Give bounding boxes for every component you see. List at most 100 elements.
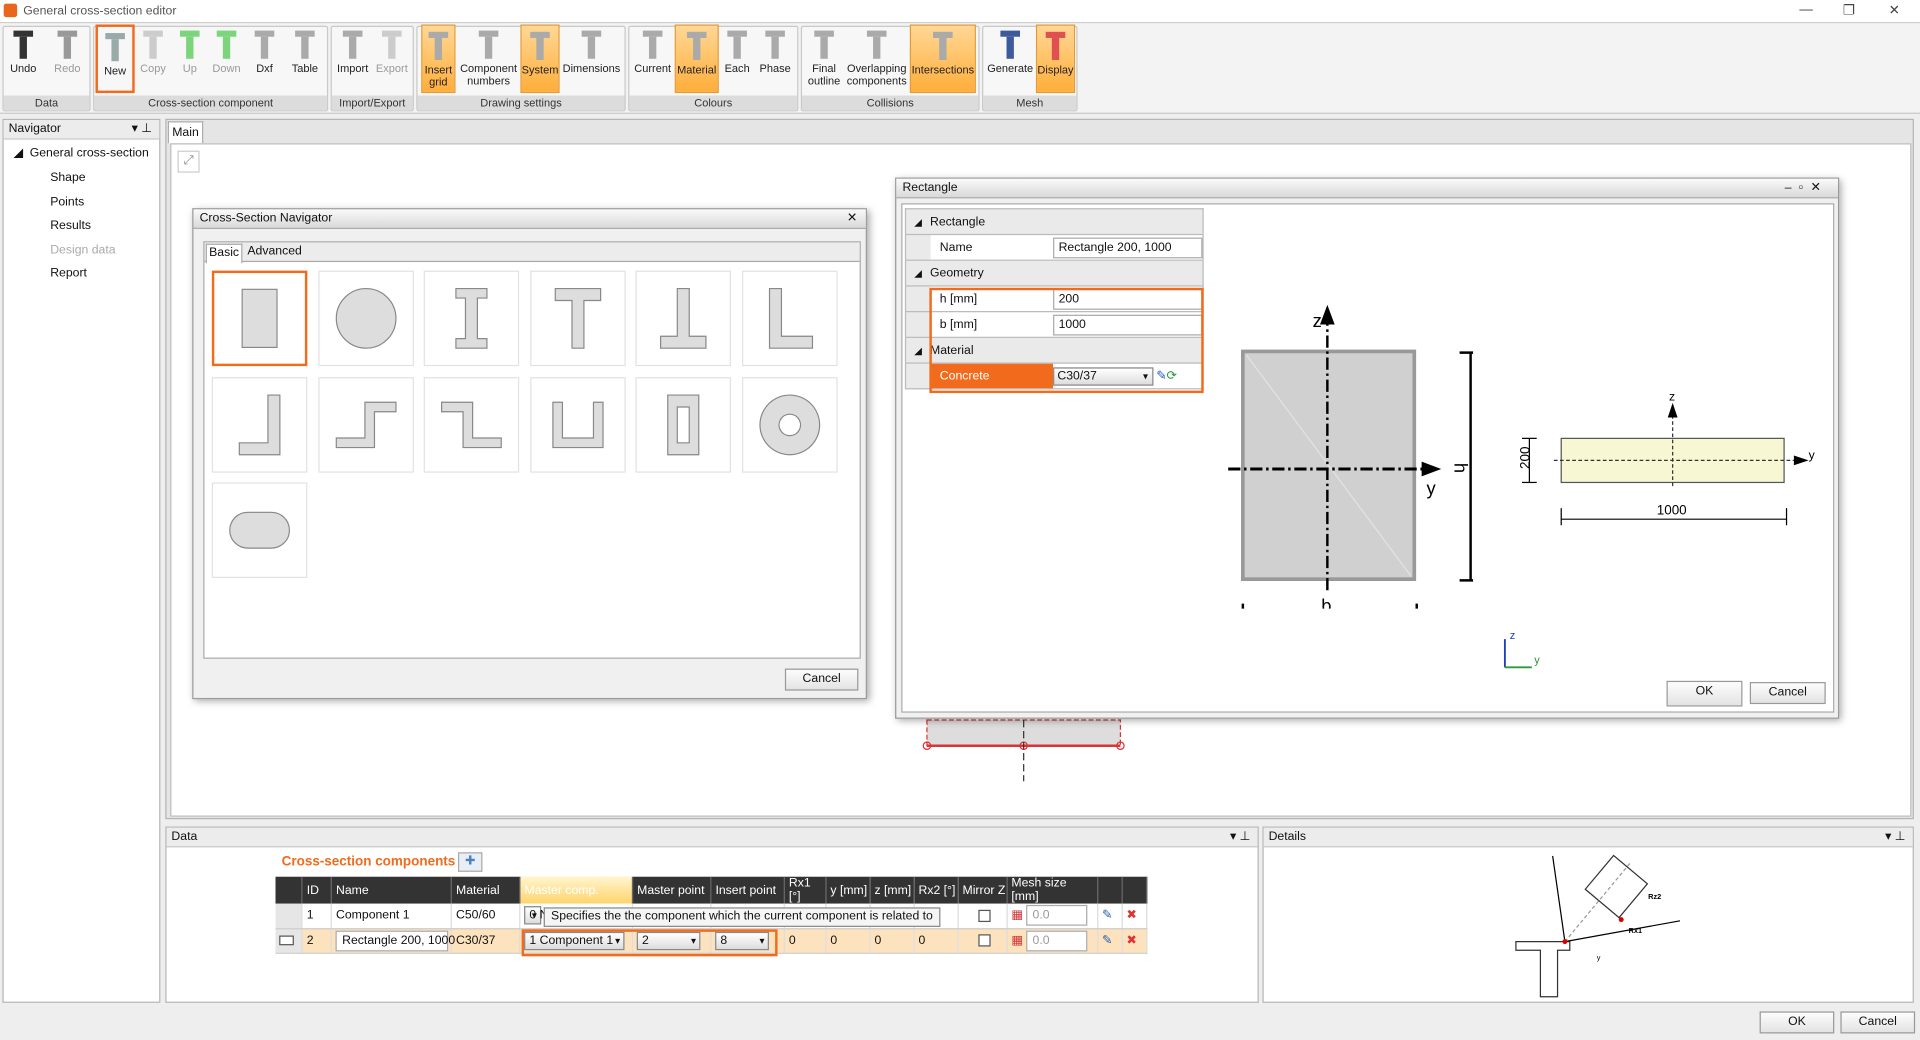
nav-item-report[interactable]: Report (50, 267, 87, 280)
rx1-cell[interactable]: 0 (784, 928, 827, 954)
mesh-icon[interactable]: ▦ (1011, 934, 1023, 947)
generate-button[interactable]: Generate (987, 24, 1034, 93)
column-header[interactable]: y [mm] (826, 876, 871, 904)
dxf-button[interactable]: Dxf (249, 24, 281, 93)
footer-ok-button[interactable]: OK (1759, 1011, 1835, 1034)
group-label: Colours (629, 95, 798, 111)
shape-inverted-t[interactable] (635, 270, 732, 367)
row-selector[interactable] (275, 903, 304, 929)
edit-icon[interactable]: ✎ (1097, 928, 1123, 954)
import-button[interactable]: Import (333, 24, 372, 93)
restore-button[interactable]: ❐ (1831, 2, 1868, 19)
final-outline-button[interactable]: Final outline (804, 24, 843, 93)
footer-cancel-button[interactable]: Cancel (1840, 1011, 1916, 1034)
shape-z-section[interactable] (317, 376, 414, 473)
nav-item-results[interactable]: Results (50, 219, 91, 232)
edit-icon[interactable]: ✎ (1097, 903, 1123, 929)
mesh-icon[interactable]: ▦ (1011, 909, 1023, 922)
overlapping-components-button[interactable]: Overlapping components (845, 24, 909, 93)
column-header[interactable]: Master comp. (520, 876, 634, 904)
minimize-button[interactable]: — (1788, 2, 1825, 19)
cancel-button[interactable]: Cancel (784, 668, 859, 691)
column-header[interactable]: Mesh size [mm] (1007, 876, 1099, 904)
overlapping-icon (863, 28, 890, 60)
material-cell[interactable]: C50/60 (451, 903, 521, 929)
column-header[interactable]: Insert point (711, 876, 786, 904)
shape-hollow-rectangle[interactable] (635, 376, 732, 473)
insert-grid-button[interactable]: Insert grid (421, 24, 456, 94)
shape-t-section[interactable] (529, 270, 626, 367)
delete-icon[interactable]: ✖ (1122, 928, 1148, 954)
name-cell[interactable]: Rectangle 200, 1000 (331, 928, 455, 954)
shape-reverse-step[interactable] (423, 376, 520, 473)
column-header[interactable]: Master point (632, 876, 712, 904)
mesh-size-input[interactable]: 0.0 (1026, 930, 1088, 951)
each-button[interactable]: Each (720, 24, 754, 93)
group-label: Cross-section component (94, 95, 327, 111)
y-cell[interactable]: 0 (826, 928, 871, 954)
shape-l-section[interactable] (741, 270, 837, 367)
intersections-button[interactable]: Intersections (909, 24, 976, 94)
display-button[interactable]: Display (1035, 24, 1076, 94)
shape-rectangle[interactable] (211, 270, 308, 367)
column-header[interactable]: Rx2 [°] (914, 876, 959, 904)
new-button[interactable]: New (95, 24, 135, 94)
nav-root[interactable]: ◢ General cross-section (13, 147, 148, 160)
nav-item-shape[interactable]: Shape (50, 171, 85, 184)
shape-circle[interactable] (317, 270, 414, 367)
rx2-cell[interactable]: 0 (914, 928, 959, 954)
column-header[interactable]: Name (331, 876, 453, 904)
pin-icon[interactable]: ▾ ⊥ (1230, 828, 1250, 848)
collapse-icon[interactable]: ◢ (905, 260, 931, 287)
current-button[interactable]: Current (632, 24, 674, 93)
shape-angle-right[interactable] (211, 376, 308, 473)
pin-icon[interactable]: ▾ ⊥ (1885, 828, 1905, 848)
column-header[interactable]: ID (302, 876, 333, 904)
shape-oval[interactable] (211, 482, 308, 578)
pin-icon[interactable]: ▾ ⊥ (132, 120, 152, 140)
tab-strip (204, 242, 860, 263)
nav-item-points[interactable]: Points (50, 196, 84, 209)
column-header[interactable]: Mirror Z (958, 876, 1008, 904)
master-select[interactable]: 0 N (524, 906, 548, 925)
mirror-z-checkbox[interactable] (978, 934, 991, 947)
row-selector[interactable] (275, 928, 304, 954)
column-header[interactable]: z [mm] (870, 876, 915, 904)
cancel-button[interactable]: Cancel (1749, 682, 1826, 705)
name-cell[interactable]: Component 1 (331, 903, 453, 929)
tab-basic[interactable]: Basic (205, 243, 243, 264)
shape-u-section[interactable] (529, 376, 626, 473)
component-numbers-button[interactable]: Component numbers (458, 24, 519, 93)
group-label: Collisions (802, 95, 979, 111)
z-cell[interactable]: 0 (870, 928, 915, 954)
name-value[interactable]: Rectangle 200, 1000 (336, 930, 455, 951)
undo-button[interactable]: Undo (5, 24, 42, 93)
shape-hollow-circle[interactable] (741, 376, 837, 473)
ok-button[interactable]: OK (1666, 680, 1743, 707)
mirror-z-checkbox[interactable] (978, 909, 991, 922)
add-component-button[interactable]: ✚ (457, 852, 483, 872)
material-button[interactable]: Material (674, 24, 719, 94)
shape-i-section[interactable] (423, 270, 520, 367)
dimensions-button[interactable]: Dimensions (561, 24, 622, 93)
close-icon[interactable]: ✕ (847, 209, 857, 229)
phase-button[interactable]: Phase (757, 24, 794, 93)
tab-advanced[interactable]: Advanced (247, 244, 301, 264)
name-value[interactable]: Component 1 (336, 909, 410, 922)
delete-icon[interactable]: ✖ (1122, 903, 1148, 929)
collapse-icon[interactable]: ◢ (905, 208, 931, 236)
material-cell[interactable]: C30/37 (451, 928, 521, 954)
table-button[interactable]: Table (285, 24, 324, 93)
column-header[interactable]: Material (451, 876, 521, 904)
system-button[interactable]: System (520, 24, 560, 94)
mesh-size-input[interactable]: 0.0 (1026, 905, 1088, 927)
collapse-icon[interactable]: ◢ (13, 147, 26, 160)
tab-main[interactable]: Main (167, 121, 204, 144)
reverse-step-icon (441, 401, 502, 448)
window-controls-icon[interactable]: ‒▫✕ (1785, 179, 1828, 199)
close-button[interactable]: ✕ (1876, 2, 1913, 19)
zoom-extents-icon[interactable]: ⤢ (177, 150, 200, 173)
name-input[interactable]: Rectangle 200, 1000 (1052, 236, 1203, 258)
column-header[interactable]: Rx1 [°] (784, 876, 827, 904)
collapse-icon[interactable]: ◢ (905, 337, 931, 364)
